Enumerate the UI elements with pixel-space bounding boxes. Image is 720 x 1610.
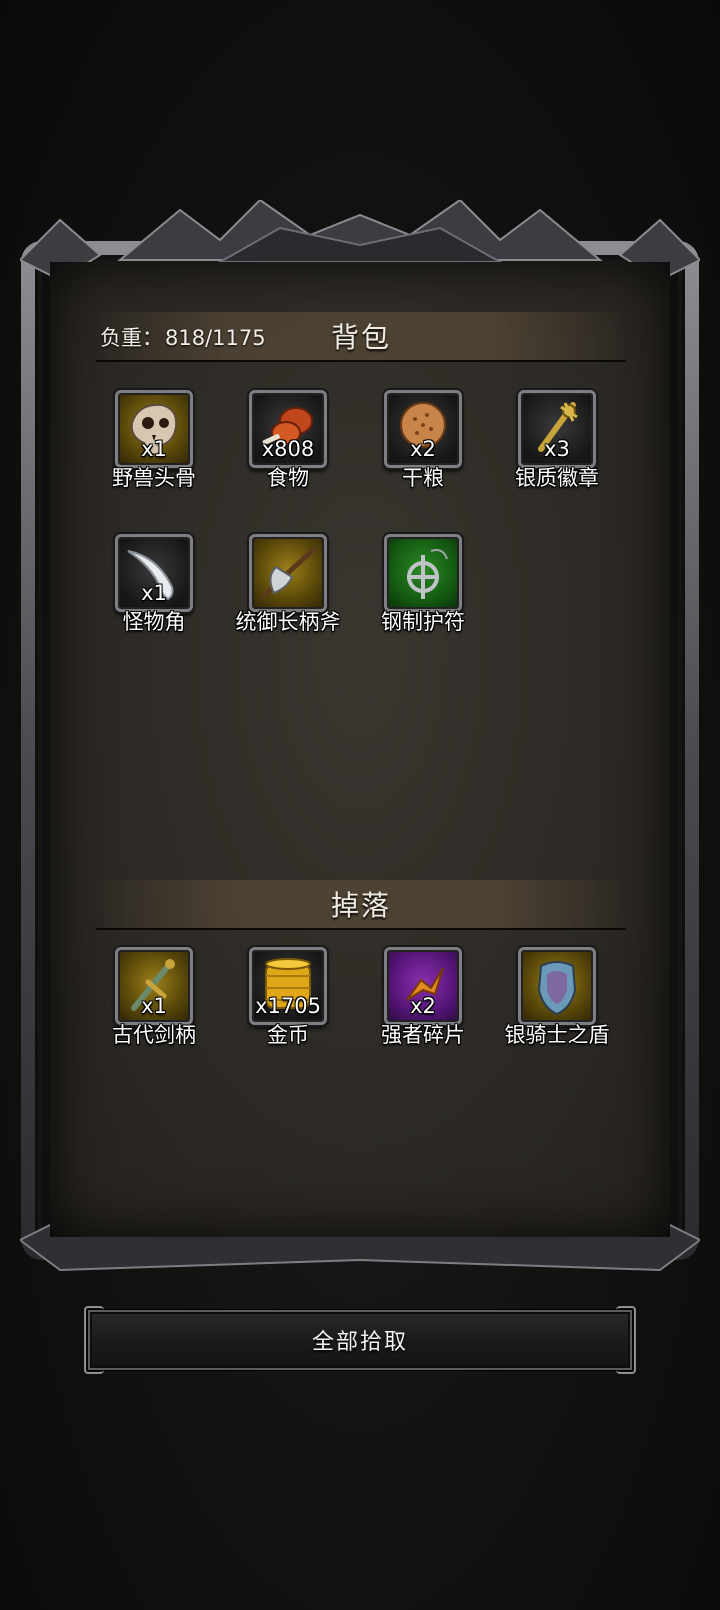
- item-count: x2: [410, 437, 436, 461]
- item-count: x2: [410, 994, 436, 1018]
- item-name: 金币: [267, 1023, 309, 1047]
- item-count: x1: [141, 581, 167, 605]
- item-count: x1: [141, 994, 167, 1018]
- drop-item[interactable]: x2 强者碎片: [358, 947, 488, 1057]
- pickup-all-label: 全部拾取: [311, 1330, 408, 1355]
- halberd-icon: [259, 546, 317, 600]
- knight-shield-icon: [537, 961, 577, 1016]
- item-name: 银质徽章: [515, 466, 599, 490]
- weight-value: 818/1175: [165, 326, 266, 350]
- drop-item[interactable]: x1 古代剑柄: [89, 947, 219, 1057]
- item-name: 钢制护符: [381, 610, 465, 634]
- backpack-item[interactable]: x3 银质徽章: [492, 390, 622, 500]
- backpack-title: 背包: [330, 321, 391, 354]
- item-count: x1: [141, 437, 167, 461]
- drops-header: 掉落: [96, 880, 626, 930]
- backpack-item[interactable]: x1 野兽头骨: [89, 390, 219, 500]
- backpack-item[interactable]: 统御长柄斧: [223, 534, 353, 644]
- item-count: x808: [261, 437, 315, 461]
- item-count: x3: [544, 437, 570, 461]
- backpack-item[interactable]: 钢制护符: [358, 534, 488, 644]
- item-name: 统御长柄斧: [235, 610, 341, 634]
- item-slot: [249, 534, 327, 612]
- backpack-item[interactable]: x808 食物: [223, 390, 353, 500]
- backpack-header: 负重：818/1175 背包: [96, 312, 626, 362]
- item-slot: [518, 947, 596, 1025]
- item-name: 野兽头骨: [112, 466, 196, 490]
- drop-item[interactable]: x1705 金币: [223, 947, 353, 1057]
- item-name: 强者碎片: [381, 1023, 465, 1047]
- steel-amulet-icon: [407, 549, 448, 599]
- pickup-all-button[interactable]: 全部拾取: [84, 1306, 636, 1374]
- item-name: 食物: [267, 466, 309, 490]
- item-name: 银骑士之盾: [504, 1023, 610, 1047]
- item-name: 干粮: [402, 466, 444, 490]
- drops-title: 掉落: [330, 889, 391, 922]
- backpack-item[interactable]: x2 干粮: [358, 390, 488, 500]
- backpack-item[interactable]: x1 怪物角: [89, 534, 219, 644]
- drop-item[interactable]: 银骑士之盾: [492, 947, 622, 1057]
- weight-indicator: 负重：818/1175: [100, 322, 266, 352]
- item-name: 古代剑柄: [112, 1023, 196, 1047]
- item-name: 怪物角: [122, 610, 186, 634]
- item-slot: [384, 534, 462, 612]
- weight-label: 负重：: [100, 326, 163, 350]
- item-count: x1705: [255, 994, 321, 1018]
